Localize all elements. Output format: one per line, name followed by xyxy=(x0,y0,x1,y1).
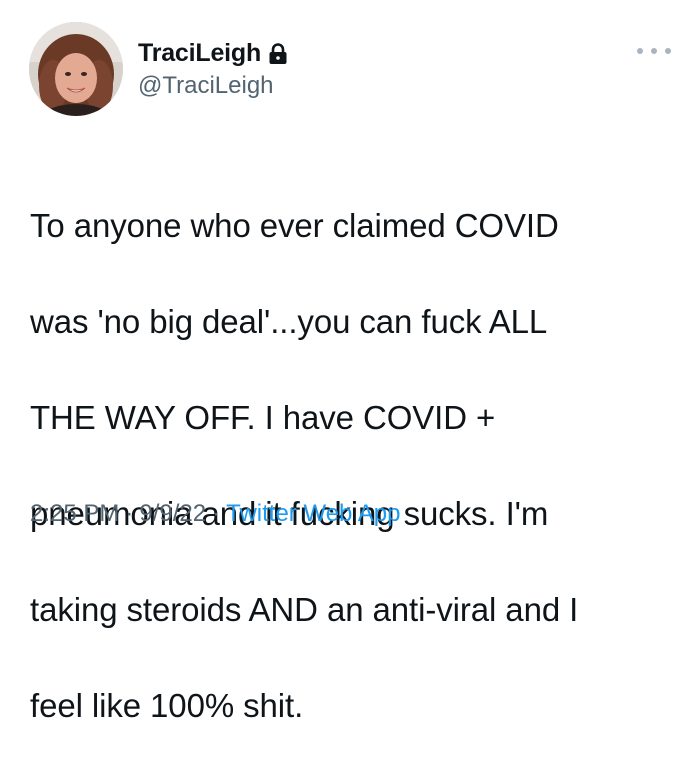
tweet-text-line: THE WAY OFF. I have COVID + xyxy=(30,399,496,436)
meta-separator: · xyxy=(212,500,221,527)
author-name-row: TraciLeigh xyxy=(138,38,288,68)
tweet-text-line: feel like 100% shit. xyxy=(30,687,304,724)
meta-separator: · xyxy=(125,500,134,527)
tweet-text-line: taking steroids AND an anti-viral and I xyxy=(30,591,579,628)
tweet-time[interactable]: 2:25 PM xyxy=(30,500,119,527)
tweet-meta: 2:25 PM · 9/9/22 · Twitter Web App xyxy=(30,498,400,530)
display-name[interactable]: TraciLeigh xyxy=(138,38,261,68)
tweet-card: TraciLeigh @TraciLeigh To anyone who eve… xyxy=(0,0,700,724)
more-dot xyxy=(637,48,643,54)
avatar-photo xyxy=(29,22,123,116)
tweet-source-link[interactable]: Twitter Web App xyxy=(226,500,400,527)
author-handle[interactable]: @TraciLeigh xyxy=(138,72,274,100)
tweet-text: To anyone who ever claimed COVID was 'no… xyxy=(30,154,680,778)
more-dot xyxy=(665,48,671,54)
tweet-date[interactable]: 9/9/22 xyxy=(139,500,206,527)
more-dot xyxy=(651,48,657,54)
lock-icon xyxy=(268,43,288,65)
more-horizontal-icon[interactable] xyxy=(637,44,671,58)
tweet-text-line: was 'no big deal'...you can fuck ALL xyxy=(30,303,548,340)
tweet-text-line: To anyone who ever claimed COVID xyxy=(30,207,559,244)
avatar[interactable] xyxy=(29,22,123,116)
